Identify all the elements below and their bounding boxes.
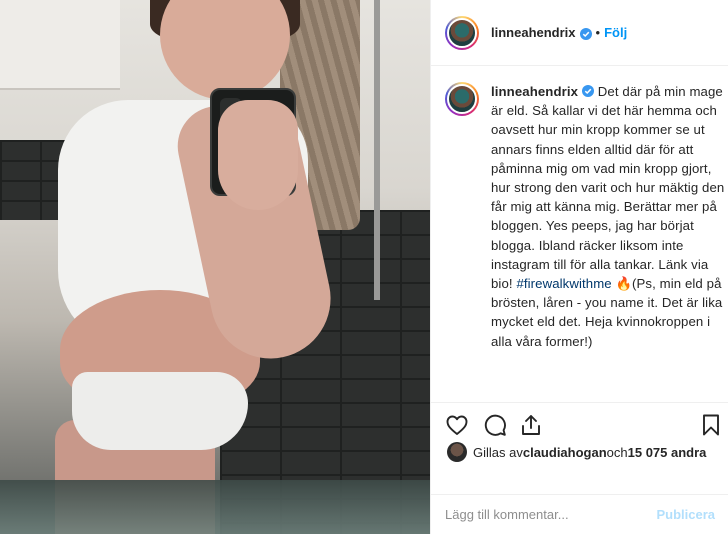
- comment-icon[interactable]: [483, 413, 507, 437]
- likes-middle: och: [606, 444, 628, 460]
- bookmark-icon[interactable]: [699, 413, 723, 437]
- verified-badge-icon: [579, 27, 592, 40]
- likes-summary: Gillas av claudiahogan och 15 075 andra: [447, 440, 717, 464]
- bathroom-cabinet: [0, 0, 120, 90]
- caption-avatar[interactable]: [445, 82, 479, 116]
- avatar[interactable]: [445, 15, 479, 50]
- floor: [0, 480, 430, 534]
- post-comment-button[interactable]: Publicera: [656, 507, 715, 522]
- heart-icon[interactable]: [445, 413, 469, 437]
- verified-badge-icon: [582, 83, 595, 97]
- shower-pipe: [374, 0, 380, 300]
- caption-username[interactable]: linneahendrix: [491, 84, 578, 99]
- header-username[interactable]: linneahendrix: [491, 25, 576, 40]
- fire-emoji: 🔥: [615, 276, 633, 292]
- post-side-panel: linneahendrix • Följ linneahendrix Det d…: [430, 0, 728, 534]
- separator-dot: •: [595, 25, 601, 40]
- caption-block: linneahendrix Det där på min mage är eld…: [445, 82, 725, 351]
- figure-underwear: [72, 372, 248, 450]
- action-bar: [431, 402, 728, 442]
- caption-body-1: Det där på min mage är eld. Så kallar vi…: [491, 84, 725, 292]
- figure-hand: [218, 100, 298, 210]
- share-icon[interactable]: [519, 413, 543, 437]
- hashtag-link[interactable]: #firewalkwithme: [516, 276, 611, 291]
- liker-avatar[interactable]: [447, 442, 467, 462]
- post-header: linneahendrix • Följ: [431, 0, 728, 66]
- caption-text: linneahendrix Det där på min mage är eld…: [491, 82, 725, 351]
- liker-username[interactable]: claudiahogan: [523, 445, 607, 460]
- comment-input[interactable]: [445, 507, 657, 522]
- follow-button[interactable]: Följ: [604, 25, 627, 40]
- likes-count[interactable]: 15 075 andra: [628, 445, 707, 460]
- likes-prefix: Gillas av: [473, 444, 523, 460]
- post-photo[interactable]: [0, 0, 430, 534]
- comment-bar: Publicera: [431, 494, 728, 534]
